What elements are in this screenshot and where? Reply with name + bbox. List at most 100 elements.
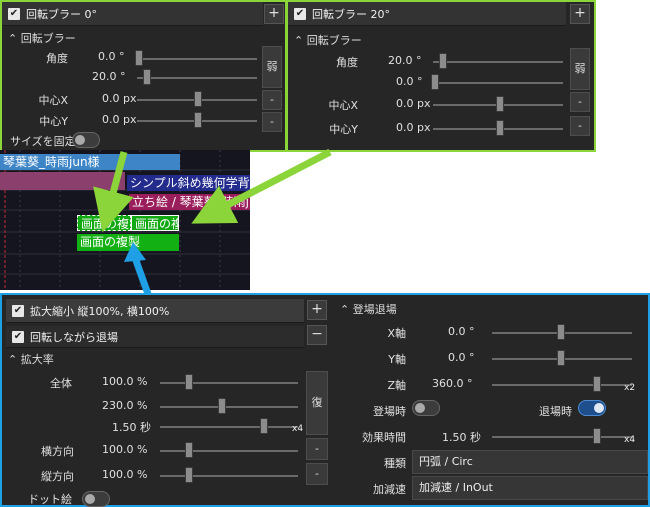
horizontal-value[interactable]: 100.0 %: [102, 443, 147, 456]
scale-header: ✔ 拡大縮小 縦100%, 横100%: [6, 299, 304, 323]
angle-slider-2[interactable]: [433, 82, 563, 84]
slider-thumb[interactable]: [185, 374, 193, 390]
horizontal-minus-button[interactable]: -: [306, 438, 328, 460]
y-axis-value[interactable]: 0.0 °: [448, 351, 475, 364]
add-button[interactable]: +: [570, 4, 590, 24]
slider-thumb[interactable]: [194, 91, 202, 107]
scale-checkbox[interactable]: ✔: [12, 304, 24, 317]
add-button[interactable]: +: [307, 300, 327, 320]
center-x-minus-button[interactable]: -: [262, 90, 282, 110]
easing-dropdown[interactable]: 加減速 / InOut: [412, 476, 648, 500]
timeline-clip-background[interactable]: シンプル斜め幾何学背景: [127, 175, 250, 191]
vertical-minus-button[interactable]: -: [306, 463, 328, 485]
scale-section-header[interactable]: ⌃ 拡大率: [8, 351, 54, 367]
slider-thumb[interactable]: [496, 120, 504, 136]
x2-label: x2: [624, 383, 636, 393]
center-x-minus-button[interactable]: -: [570, 92, 590, 112]
collapse-icon: ⌃: [8, 353, 18, 366]
section-header[interactable]: ⌃ 回転ブラー: [8, 30, 76, 46]
all-label: 全体: [50, 377, 72, 390]
duration-value[interactable]: 1.50 秒: [442, 429, 481, 445]
vertical-value[interactable]: 100.0 %: [102, 468, 147, 481]
dot-art-toggle[interactable]: [82, 491, 110, 507]
center-y-value[interactable]: 0.0 px: [396, 121, 430, 134]
rotation-blur-panel-20: ✔ 回転ブラー 20° + ⌃ 回転ブラー 角度 20.0 ° 0.0 ° 弱 …: [286, 0, 596, 152]
x-axis-value[interactable]: 0.0 °: [448, 325, 475, 338]
timeline-clip-pink[interactable]: [0, 172, 125, 190]
angle-value-1[interactable]: 0.0 °: [98, 50, 125, 63]
section-header[interactable]: ⌃ 回転ブラー: [294, 32, 362, 48]
x-axis-label: X軸: [387, 327, 406, 340]
collapse-icon: ⌃: [340, 303, 350, 316]
scale-title: 拡大縮小 縦100%, 横100%: [30, 304, 170, 318]
fix-size-toggle[interactable]: [72, 132, 100, 148]
slider-thumb[interactable]: [143, 69, 151, 85]
z-axis-value[interactable]: 360.0 °: [432, 377, 473, 390]
center-x-label: 中心X: [38, 94, 68, 107]
enable-checkbox[interactable]: ✔: [8, 7, 20, 20]
duration-slider[interactable]: [492, 436, 632, 438]
slider-thumb[interactable]: [218, 398, 226, 414]
x4-label: x4: [624, 435, 636, 445]
horizontal-label: 横方向: [41, 445, 74, 458]
type-label: 種類: [384, 457, 406, 470]
center-x-value[interactable]: 0.0 px: [102, 92, 136, 105]
slider-thumb[interactable]: [557, 350, 565, 366]
remove-button[interactable]: −: [307, 325, 327, 345]
appear-exit-section-header[interactable]: ⌃ 登場退場: [340, 301, 397, 317]
value2[interactable]: 230.0 %: [102, 399, 147, 412]
slider-thumb[interactable]: [593, 428, 601, 444]
angle-label: 角度: [336, 56, 358, 69]
timeline-clip-duplicate-1[interactable]: 画面の複: [77, 215, 131, 231]
weak-button[interactable]: 弱: [570, 48, 590, 90]
value3[interactable]: 1.50 秒: [112, 419, 151, 435]
slider-thumb[interactable]: [185, 442, 193, 458]
angle-value-2[interactable]: 0.0 °: [396, 75, 423, 88]
slider-thumb[interactable]: [135, 50, 143, 66]
type-dropdown[interactable]: 円弧 / Circ: [412, 450, 648, 474]
fix-size-label: サイズを固定: [10, 135, 76, 148]
panel-title: 回転ブラー 0°: [26, 7, 97, 21]
angle-value-2[interactable]: 20.0 °: [92, 70, 126, 83]
restore-button[interactable]: 復: [306, 371, 328, 435]
z-axis-label: Z軸: [387, 379, 406, 392]
slider-thumb[interactable]: [439, 53, 447, 69]
center-y-value[interactable]: 0.0 px: [102, 113, 136, 126]
center-x-value[interactable]: 0.0 px: [396, 97, 430, 110]
slider-thumb[interactable]: [431, 74, 439, 90]
exit-toggle[interactable]: [578, 400, 606, 416]
add-button[interactable]: +: [264, 4, 284, 24]
value2-slider[interactable]: [160, 406, 298, 408]
enter-label: 登場時: [373, 405, 406, 418]
timeline-clip-duplicate-2[interactable]: 画面の複: [131, 215, 179, 231]
weak-button[interactable]: 弱: [262, 46, 282, 88]
slider-thumb[interactable]: [260, 418, 268, 434]
enter-toggle[interactable]: [412, 400, 440, 416]
panel-title: 回転ブラー 20°: [312, 7, 390, 21]
slider-thumb[interactable]: [557, 324, 565, 340]
enable-checkbox[interactable]: ✔: [294, 7, 306, 20]
y-axis-label: Y軸: [388, 353, 406, 366]
scale-fade-panel: ✔ 拡大縮小 縦100%, 横100% + ✔ 回転しながら退場 − ⌃ 拡大率…: [0, 293, 650, 507]
z-axis-slider[interactable]: [492, 384, 632, 386]
timeline-clip-duplicate-main[interactable]: 画面の複製: [77, 234, 179, 251]
all-value[interactable]: 100.0 %: [102, 375, 147, 388]
vertical-slider[interactable]: [160, 475, 298, 477]
timeline-clip-voice[interactable]: 琴葉葵_時雨jun様: [0, 154, 180, 170]
all-slider[interactable]: [160, 382, 298, 384]
slider-thumb[interactable]: [185, 467, 193, 483]
center-y-minus-button[interactable]: -: [262, 112, 282, 132]
angle-slider-2[interactable]: [137, 77, 257, 79]
angle-slider-1[interactable]: [137, 58, 257, 60]
timeline-clip-standing[interactable]: 立ち絵 / 琴葉葵_時雨jun: [129, 194, 250, 210]
slider-thumb[interactable]: [593, 376, 601, 392]
horizontal-slider[interactable]: [160, 450, 298, 452]
angle-slider-1[interactable]: [433, 61, 563, 63]
vertical-label: 縦方向: [41, 470, 74, 483]
slider-thumb[interactable]: [194, 112, 202, 128]
value3-slider[interactable]: [160, 426, 298, 428]
rotate-exit-checkbox[interactable]: ✔: [12, 330, 24, 343]
center-y-minus-button[interactable]: -: [570, 116, 590, 136]
slider-thumb[interactable]: [496, 96, 504, 112]
angle-value-1[interactable]: 20.0 °: [388, 54, 422, 67]
